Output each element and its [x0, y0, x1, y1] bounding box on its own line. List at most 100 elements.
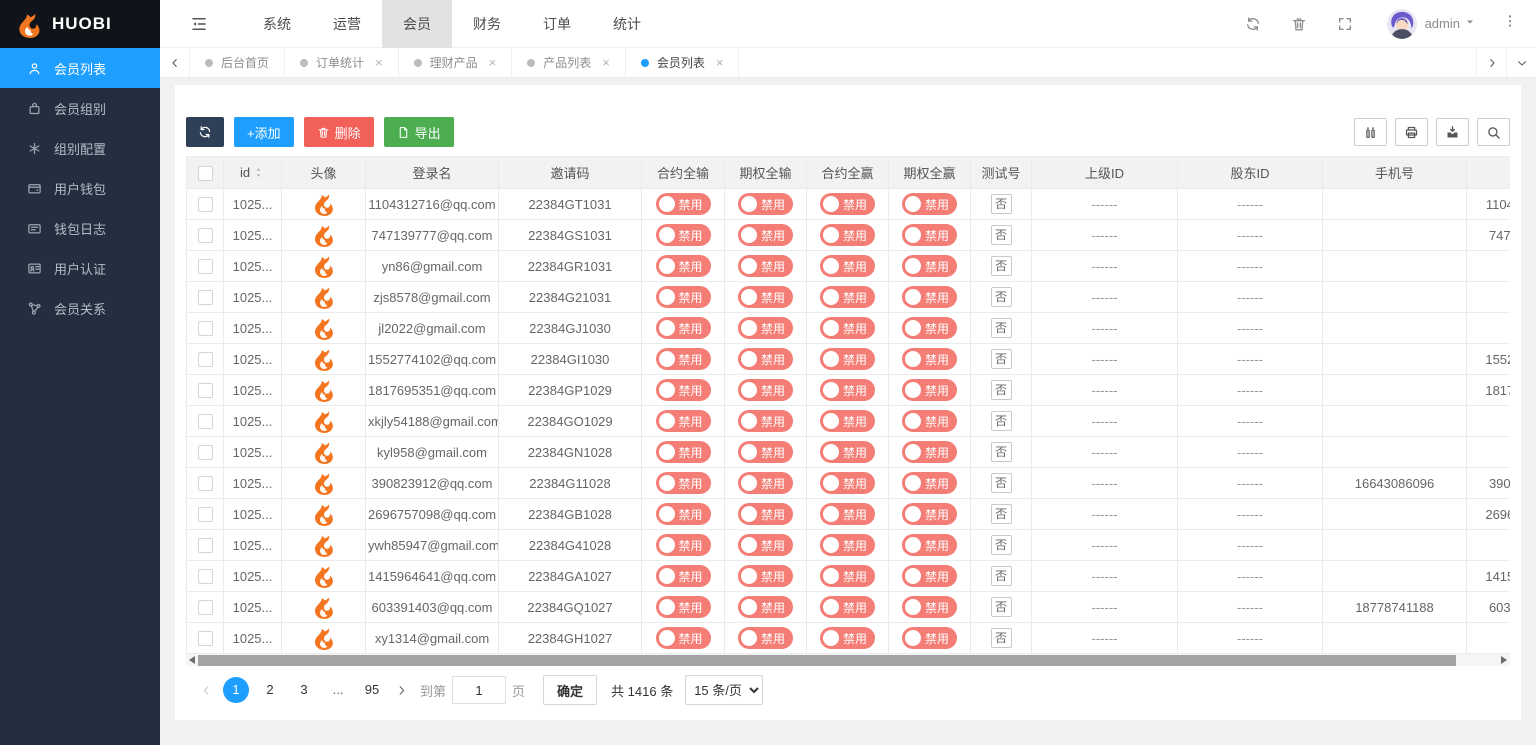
sidebar-item-用户认证[interactable]: 用户认证 [0, 248, 160, 288]
contract-lose-toggle[interactable]: 禁用 [656, 441, 711, 463]
contract-win-toggle[interactable]: 禁用 [820, 627, 875, 649]
row-checkbox[interactable] [198, 290, 213, 305]
option-win-toggle[interactable]: 禁用 [902, 317, 957, 339]
fullscreen-button[interactable] [1337, 16, 1353, 32]
row-checkbox[interactable] [198, 476, 213, 491]
top-nav-item-会员[interactable]: 会员 [382, 0, 452, 48]
clear-cache-button[interactable] [1291, 16, 1307, 32]
contract-win-toggle[interactable]: 禁用 [820, 224, 875, 246]
sidebar-item-用户钱包[interactable]: 用户钱包 [0, 168, 160, 208]
option-lose-toggle[interactable]: 禁用 [738, 565, 793, 587]
option-lose-toggle[interactable]: 禁用 [738, 255, 793, 277]
contract-win-toggle[interactable]: 禁用 [820, 193, 875, 215]
option-win-toggle[interactable]: 禁用 [902, 627, 957, 649]
option-win-toggle[interactable]: 禁用 [902, 472, 957, 494]
option-lose-toggle[interactable]: 禁用 [738, 627, 793, 649]
option-lose-toggle[interactable]: 禁用 [738, 348, 793, 370]
next-page-button[interactable] [395, 684, 408, 697]
top-nav-item-财务[interactable]: 财务 [452, 0, 522, 48]
tab-产品列表[interactable]: 产品列表× [512, 48, 626, 77]
contract-lose-toggle[interactable]: 禁用 [656, 472, 711, 494]
columns-filter-button[interactable] [1354, 118, 1387, 146]
row-checkbox[interactable] [198, 538, 213, 553]
row-checkbox[interactable] [198, 631, 213, 646]
column-header-id[interactable]: id [240, 165, 265, 180]
tabs-menu-button[interactable] [1506, 48, 1536, 77]
row-checkbox[interactable] [198, 228, 213, 243]
option-lose-toggle[interactable]: 禁用 [738, 286, 793, 308]
contract-lose-toggle[interactable]: 禁用 [656, 534, 711, 556]
refresh-button[interactable] [1245, 16, 1261, 32]
contract-win-toggle[interactable]: 禁用 [820, 410, 875, 432]
option-lose-toggle[interactable]: 禁用 [738, 224, 793, 246]
option-lose-toggle[interactable]: 禁用 [738, 534, 793, 556]
tab-会员列表[interactable]: 会员列表× [626, 48, 740, 77]
avatar[interactable] [1387, 9, 1417, 39]
add-button[interactable]: +添加 [234, 117, 294, 147]
refresh-table-button[interactable] [186, 117, 224, 147]
sidebar-item-组别配置[interactable]: 组别配置 [0, 128, 160, 168]
sidebar-item-会员关系[interactable]: 会员关系 [0, 288, 160, 328]
sidebar-item-会员组别[interactable]: 会员组别 [0, 88, 160, 128]
option-win-toggle[interactable]: 禁用 [902, 255, 957, 277]
export-button[interactable]: 导出 [384, 117, 454, 147]
contract-lose-toggle[interactable]: 禁用 [656, 348, 711, 370]
tab-后台首页[interactable]: 后台首页 [190, 48, 285, 77]
admin-username[interactable]: admin [1425, 16, 1460, 31]
page-number-1[interactable]: 1 [223, 677, 249, 703]
print-button[interactable] [1395, 118, 1428, 146]
option-win-toggle[interactable]: 禁用 [902, 348, 957, 370]
horizontal-scrollbar[interactable] [186, 654, 1510, 666]
page-size-select[interactable]: 15 条/页 [685, 675, 763, 705]
row-checkbox[interactable] [198, 259, 213, 274]
top-nav-item-统计[interactable]: 统计 [592, 0, 662, 48]
row-checkbox[interactable] [198, 445, 213, 460]
prev-page-button[interactable] [200, 684, 213, 697]
contract-lose-toggle[interactable]: 禁用 [656, 193, 711, 215]
contract-lose-toggle[interactable]: 禁用 [656, 596, 711, 618]
contract-win-toggle[interactable]: 禁用 [820, 348, 875, 370]
option-win-toggle[interactable]: 禁用 [902, 565, 957, 587]
row-checkbox[interactable] [198, 321, 213, 336]
contract-lose-toggle[interactable]: 禁用 [656, 410, 711, 432]
option-lose-toggle[interactable]: 禁用 [738, 193, 793, 215]
row-checkbox[interactable] [198, 600, 213, 615]
option-win-toggle[interactable]: 禁用 [902, 441, 957, 463]
option-lose-toggle[interactable]: 禁用 [738, 503, 793, 525]
tab-close-icon[interactable]: × [602, 55, 610, 70]
row-checkbox[interactable] [198, 352, 213, 367]
tabs-scroll-right-button[interactable] [1476, 48, 1506, 77]
row-checkbox[interactable] [198, 383, 213, 398]
contract-win-toggle[interactable]: 禁用 [820, 286, 875, 308]
row-checkbox[interactable] [198, 569, 213, 584]
select-all-checkbox[interactable] [198, 166, 213, 181]
row-checkbox[interactable] [198, 507, 213, 522]
option-win-toggle[interactable]: 禁用 [902, 596, 957, 618]
option-lose-toggle[interactable]: 禁用 [738, 379, 793, 401]
option-win-toggle[interactable]: 禁用 [902, 286, 957, 308]
option-win-toggle[interactable]: 禁用 [902, 224, 957, 246]
page-number-3[interactable]: 3 [291, 677, 317, 703]
tab-close-icon[interactable]: × [375, 55, 383, 70]
row-checkbox[interactable] [198, 414, 213, 429]
contract-lose-toggle[interactable]: 禁用 [656, 255, 711, 277]
search-button[interactable] [1477, 118, 1510, 146]
sort-icon-wrap[interactable] [252, 166, 265, 179]
contract-win-toggle[interactable]: 禁用 [820, 565, 875, 587]
row-checkbox[interactable] [198, 197, 213, 212]
sidebar-item-会员列表[interactable]: 会员列表 [0, 48, 160, 88]
sidebar-item-钱包日志[interactable]: 钱包日志 [0, 208, 160, 248]
option-win-toggle[interactable]: 禁用 [902, 534, 957, 556]
admin-dropdown-caret[interactable] [1464, 15, 1476, 33]
tab-理财产品[interactable]: 理财产品× [399, 48, 513, 77]
contract-win-toggle[interactable]: 禁用 [820, 503, 875, 525]
option-win-toggle[interactable]: 禁用 [902, 410, 957, 432]
contract-win-toggle[interactable]: 禁用 [820, 534, 875, 556]
option-win-toggle[interactable]: 禁用 [902, 193, 957, 215]
option-lose-toggle[interactable]: 禁用 [738, 596, 793, 618]
scrollbar-thumb[interactable] [198, 655, 1456, 666]
tabs-scroll-left-button[interactable] [160, 48, 190, 77]
contract-win-toggle[interactable]: 禁用 [820, 317, 875, 339]
contract-win-toggle[interactable]: 禁用 [820, 596, 875, 618]
contract-win-toggle[interactable]: 禁用 [820, 379, 875, 401]
